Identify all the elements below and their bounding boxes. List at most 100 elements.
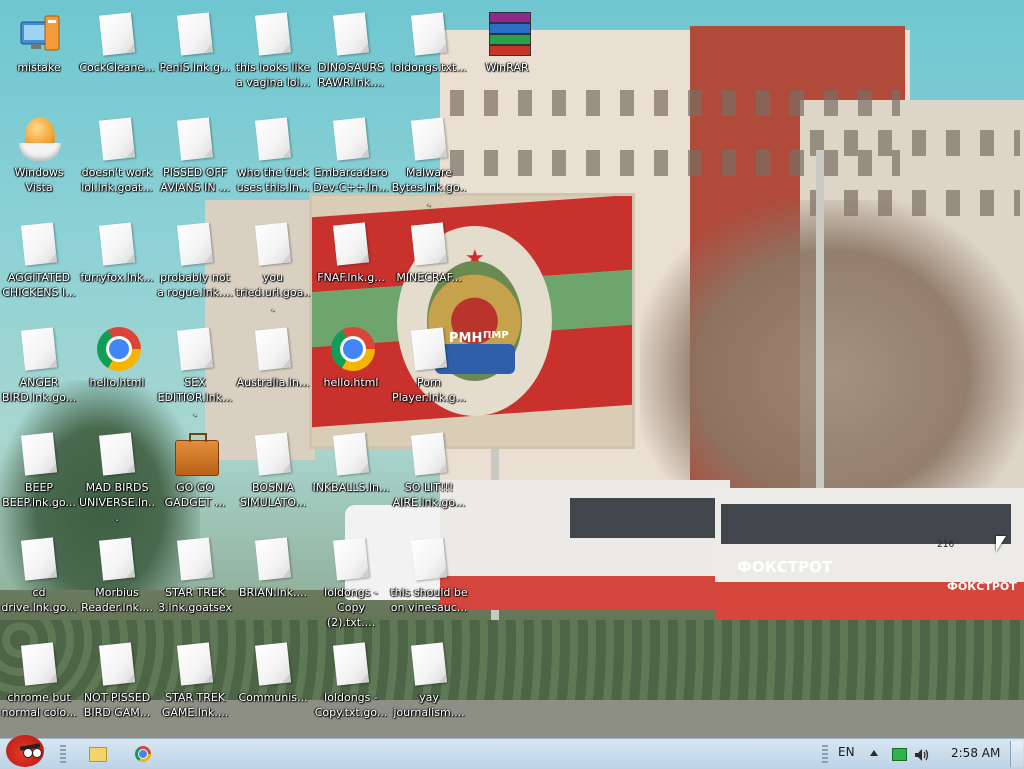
taskbar-chrome-button[interactable]	[128, 742, 158, 766]
desktop-icon-label: hello.html	[89, 376, 145, 389]
desktop-icon-label: PISSED OFF AVIANS IN ...	[160, 166, 230, 194]
show-hidden-icons-icon[interactable]	[870, 750, 878, 756]
bus-sign-rear: ФОКСТРОТ	[947, 580, 1017, 593]
desktop-icon[interactable]: NOT PISSED BIRD GAM...	[78, 634, 156, 734]
desktop[interactable]: ФОКСТРОТ 216 ФОКСТРОТ ★ РМН ПМР mistake C…	[0, 0, 1024, 738]
taskbar: EN 2:58 AM	[0, 735, 1024, 769]
desktop-icon-label: Windows Vista	[14, 166, 64, 194]
shortcut-file-icon	[253, 222, 293, 266]
desktop-icon-label: Australia.ln...	[236, 376, 310, 389]
desktop-icon[interactable]: PISSED OFF AVIANS IN ...	[156, 109, 234, 209]
clock[interactable]: 2:58 AM	[951, 746, 1000, 760]
desktop-icon[interactable]: Porn Player.lnk.g...	[390, 319, 468, 419]
taskbar-file-explorer-button[interactable]	[82, 742, 112, 766]
language-indicator[interactable]: EN	[838, 745, 855, 759]
desktop-icon-label: SO LIT!!! AIRE.lnk.go...	[392, 481, 466, 509]
start-button[interactable]	[2, 733, 48, 769]
desktop-icon[interactable]: cd drive.lnk.go...	[0, 529, 78, 629]
desktop-icon[interactable]: PeniS.lnk.g...	[156, 4, 234, 104]
desktop-icon[interactable]: Australia.ln...	[234, 319, 312, 419]
desktop-icon[interactable]: loldongs - Copy.txt.go...	[312, 634, 390, 734]
desktop-icon[interactable]: CockCleane...	[78, 4, 156, 104]
winrar-book	[489, 34, 531, 45]
desktop-icon[interactable]: loldongs.txt...	[390, 4, 468, 104]
desktop-icon[interactable]: doesn't work lol.lnk.goat...	[78, 109, 156, 209]
desktop-icon[interactable]: Morbius Reader.lnk....	[78, 529, 156, 629]
desktop-icon[interactable]: STAR TREK 3.lnk.goatsex	[156, 529, 234, 629]
document-icon	[98, 537, 136, 581]
desktop-icon[interactable]: you tried.url.goa...	[234, 214, 312, 314]
document-icon	[176, 117, 214, 161]
desktop-icon[interactable]: INKBALLS.ln...	[312, 424, 390, 524]
desktop-icon[interactable]: SO LIT!!! AIRE.lnk.go...	[390, 424, 468, 524]
desktop-icon[interactable]: STAR TREK GAME.lnk....	[156, 634, 234, 734]
document-icon	[98, 432, 136, 476]
windows-vista-icon	[19, 117, 61, 161]
desktop-icon[interactable]: yay journalism....	[390, 634, 468, 734]
desktop-icon[interactable]: MAD BIRDS UNIVERSE.ln...	[78, 424, 156, 524]
desktop-icon[interactable]: SEX EDITIOR.lnk....	[156, 319, 234, 419]
desktop-icon[interactable]: who the fuck uses this.ln...	[234, 109, 312, 209]
desktop-icon[interactable]: BOSNIA SIMULATO...	[234, 424, 312, 524]
taskbar-gripper[interactable]	[60, 745, 66, 763]
document-icon	[254, 327, 292, 371]
desktop-icon[interactable]: AGGITATED CHICKENS I...	[0, 214, 78, 314]
desktop-icon[interactable]: BEEP BEEP.lnk.go...	[0, 424, 78, 524]
desktop-icon-label: MAD BIRDS UNIVERSE.ln...	[78, 481, 156, 524]
document-icon	[98, 117, 136, 161]
desktop-icon-label: Malware Bytes.lnk.go...	[391, 166, 467, 209]
document-icon	[332, 537, 370, 581]
shortcut-file-icon	[253, 642, 293, 686]
document-icon	[254, 537, 292, 581]
desktop-icon[interactable]: WinRAR	[468, 4, 546, 104]
desktop-icon[interactable]: furryfox.lnk...	[78, 214, 156, 314]
wallpaper-windows	[810, 130, 1020, 156]
desktop-icon[interactable]: probably not a rogue.lnk....	[156, 214, 234, 314]
volume-icon[interactable]	[914, 747, 930, 761]
document-icon	[332, 12, 370, 56]
shortcut-file-icon	[97, 642, 137, 686]
desktop-icon-label: doesn't work lol.lnk.goat...	[81, 166, 153, 194]
desktop-icon[interactable]: this looks like a vagina lol...	[234, 4, 312, 104]
shortcut-file-icon	[409, 537, 449, 581]
document-icon	[332, 432, 370, 476]
shortcut-file-icon	[19, 642, 59, 686]
desktop-icon[interactable]: BRIAN.lnk....	[234, 529, 312, 629]
shortcut-file-icon	[253, 432, 293, 476]
shortcut-file-icon	[253, 12, 293, 56]
desktop-icon[interactable]: Communis...	[234, 634, 312, 734]
desktop-icon-label: this looks like a vagina lol...	[235, 61, 311, 89]
desktop-icon[interactable]: chrome but normal colo...	[0, 634, 78, 734]
desktop-icon-label: this should be on vinesauc...	[390, 586, 468, 614]
desktop-icon[interactable]: hello.html	[312, 319, 390, 419]
desktop-icon-label: DINOSAURS RAWR.lnk....	[317, 61, 385, 89]
desktop-icon[interactable]: GO GO GADGET ...	[156, 424, 234, 524]
shortcut-file-icon	[175, 222, 215, 266]
wallpaper-pole	[816, 150, 824, 490]
document-icon	[20, 432, 58, 476]
network-icon[interactable]	[892, 748, 907, 761]
desktop-icon[interactable]: DINOSAURS RAWR.lnk....	[312, 4, 390, 104]
desktop-icon[interactable]: Malware Bytes.lnk.go...	[390, 109, 468, 209]
wallpaper-trolleybus: ФОКСТРОТ 216 ФОКСТРОТ	[715, 488, 1024, 628]
taskbar-gripper[interactable]	[822, 745, 828, 763]
desktop-icon[interactable]: mistake	[0, 4, 78, 104]
document-icon	[176, 222, 214, 266]
document-icon	[254, 222, 292, 266]
desktop-icon-label: loldongs - Copy.txt.go...	[314, 691, 388, 719]
desktop-icon[interactable]: loldongs - Copy (2).txt....	[312, 529, 390, 629]
desktop-icon[interactable]: Windows Vista	[0, 109, 78, 209]
desktop-icon[interactable]: this should be on vinesauc...	[390, 529, 468, 629]
desktop-icon-label: FNAF.lnk.g...	[317, 271, 385, 284]
show-desktop-button[interactable]	[1010, 741, 1023, 767]
desktop-icon[interactable]: hello.html	[78, 319, 156, 419]
desktop-icon[interactable]: ANGER BIRD.lnk.go...	[0, 319, 78, 419]
desktop-icon[interactable]: FNAF.lnk.g...	[312, 214, 390, 314]
desktop-icon[interactable]: MINECRAF...	[390, 214, 468, 314]
chrome-logo	[331, 327, 375, 371]
shortcut-file-icon	[253, 537, 293, 581]
desktop-icon[interactable]: Embarcadero Dev-C++.ln...	[312, 109, 390, 209]
shortcut-file-icon	[97, 12, 137, 56]
winrar-books	[489, 12, 531, 56]
shortcut-file-icon	[409, 327, 449, 371]
